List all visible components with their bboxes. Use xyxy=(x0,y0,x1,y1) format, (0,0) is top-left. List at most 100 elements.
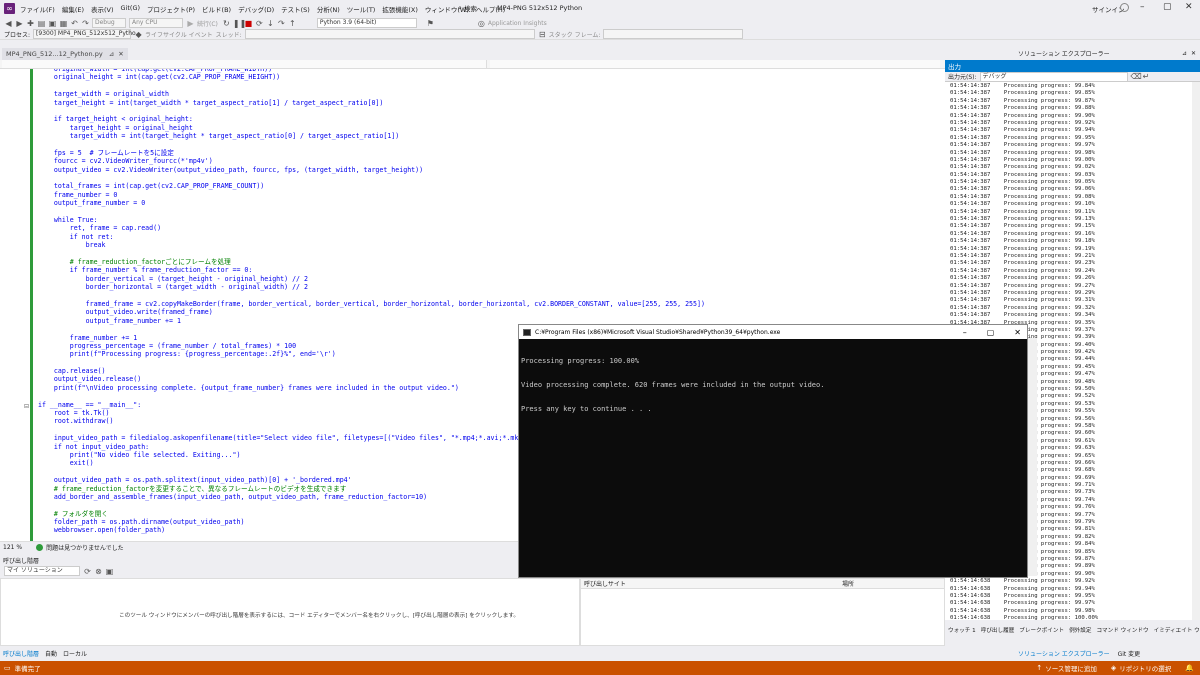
configuration-dropdown[interactable]: Debug xyxy=(92,18,126,28)
refresh-icon[interactable]: ⟳ xyxy=(83,567,92,576)
menu-analyze[interactable]: 分析(N) xyxy=(317,4,340,14)
code-line[interactable]: if target_height < original_height: xyxy=(38,115,938,123)
code-line[interactable]: frame_number = 0 xyxy=(38,191,938,199)
menu-tools[interactable]: ツール(T) xyxy=(347,4,376,14)
process-dropdown[interactable]: [9300] MP4_PNG_512x512_Pytho xyxy=(33,29,136,39)
console-title-bar[interactable]: C:¥Program Files (x86)¥Microsoft Visual … xyxy=(519,325,1027,339)
call-sites-column[interactable]: 呼び出しサイト xyxy=(584,579,842,588)
tab-call-hierarchy[interactable]: 呼び出し階層 xyxy=(3,649,39,658)
restart-icon[interactable]: ⟳ xyxy=(255,19,264,28)
tab-git-changes[interactable]: Git 変更 xyxy=(1118,649,1141,658)
save-all-icon[interactable]: ▦ xyxy=(59,19,68,28)
back-icon[interactable]: ◀ xyxy=(4,19,13,28)
save-icon[interactable]: ▣ xyxy=(48,19,57,28)
code-line[interactable]: while True: xyxy=(38,216,938,224)
tab-call-stack[interactable]: 呼び出し履歴 xyxy=(981,626,1015,634)
menu-git[interactable]: Git(G) xyxy=(121,4,141,14)
new-project-icon[interactable]: ✚ xyxy=(26,19,35,28)
continue-icon[interactable]: ▶ xyxy=(186,19,195,28)
code-line[interactable]: output_video = cv2.VideoWriter(output_vi… xyxy=(38,166,938,174)
code-line[interactable]: fps = 5 # フレームレートを5に設定 xyxy=(38,149,938,157)
code-line[interactable]: target_height = original_height xyxy=(38,124,938,132)
menu-build[interactable]: ビルド(B) xyxy=(202,4,231,14)
step-into-icon[interactable]: ↓ xyxy=(266,19,275,28)
pin-icon[interactable]: ⊿ xyxy=(1182,50,1187,57)
pause-icon[interactable]: ❚❚ xyxy=(233,19,246,28)
code-line[interactable]: total_frames = int(cap.get(cv2.CAP_PROP_… xyxy=(38,182,938,190)
menu-edit[interactable]: 編集(E) xyxy=(62,4,84,14)
code-line[interactable]: if frame_number % frame_reduction_factor… xyxy=(38,266,938,274)
code-line[interactable]: output_video.write(framed_frame) xyxy=(38,308,938,316)
code-line[interactable] xyxy=(38,292,938,300)
code-line[interactable]: fourcc = cv2.VideoWriter_fourcc(*'mp4v') xyxy=(38,157,938,165)
step-out-icon[interactable]: ↑ xyxy=(288,19,297,28)
code-line[interactable] xyxy=(38,107,938,115)
tab-exception-settings[interactable]: 例外設定 xyxy=(1069,626,1091,634)
hot-reload-icon[interactable]: ↻ xyxy=(222,19,231,28)
tab-breakpoints[interactable]: ブレークポイント xyxy=(1019,626,1064,634)
maximize-icon[interactable]: ▢ xyxy=(1163,2,1172,12)
tab-close-icon[interactable]: ✕ xyxy=(118,50,123,58)
code-line[interactable]: border_vertical = (target_height - origi… xyxy=(38,275,938,283)
console-minimize-icon[interactable]: – xyxy=(963,328,967,337)
account-icon[interactable] xyxy=(1120,3,1129,12)
notifications-icon[interactable]: 🔔 xyxy=(1185,664,1194,672)
continue-button[interactable]: 続行(C) xyxy=(197,19,218,28)
console-window[interactable]: C:¥Program Files (x86)¥Microsoft Visual … xyxy=(518,324,1028,578)
tab-watch[interactable]: ウォッチ 1 xyxy=(948,626,976,634)
menu-test[interactable]: テスト(S) xyxy=(281,4,310,14)
output-scrollbar[interactable] xyxy=(1192,82,1200,620)
tab-immediate-window[interactable]: イミディエイト ウィンドウ xyxy=(1154,626,1200,634)
menu-file[interactable]: ファイル(F) xyxy=(20,4,55,14)
document-tab[interactable]: MP4_PNG_512...12_Python.py ⊿ ✕ xyxy=(2,48,128,60)
menu-extensions[interactable]: 拡張機能(X) xyxy=(382,4,418,14)
tab-locals[interactable]: ローカル xyxy=(63,649,87,658)
navigation-scope-dropdown[interactable] xyxy=(2,60,487,68)
code-line[interactable] xyxy=(38,174,938,182)
thread-dropdown[interactable] xyxy=(244,29,535,39)
code-line[interactable] xyxy=(38,82,938,90)
issues-status[interactable]: 問題は見つかりませんでした xyxy=(46,543,124,552)
tab-autos[interactable]: 自動 xyxy=(45,649,57,658)
close-icon[interactable]: ✕ xyxy=(1185,2,1193,12)
lifecycle-events-icon[interactable]: ◆ xyxy=(134,30,143,39)
code-line[interactable]: target_width = original_width xyxy=(38,90,938,98)
tab-solution-explorer[interactable]: ソリューション エクスプローラー xyxy=(1018,649,1110,658)
code-line[interactable]: target_width = int(target_height * targe… xyxy=(38,132,938,140)
menu-project[interactable]: プロジェクト(P) xyxy=(147,4,195,14)
application-insights-button[interactable]: Application Insights xyxy=(488,20,547,27)
navigation-member-dropdown[interactable] xyxy=(490,60,940,68)
clear-output-icon[interactable]: ⌫ xyxy=(1131,72,1142,81)
delete-root-icon[interactable]: ▣ xyxy=(105,567,114,576)
zoom-level[interactable]: 121 % xyxy=(3,544,22,551)
stop-icon[interactable]: ■ xyxy=(244,19,253,28)
word-wrap-icon[interactable]: ↵ xyxy=(1142,72,1151,81)
platform-dropdown[interactable]: Any CPU xyxy=(129,18,183,28)
select-repository[interactable]: リポジトリの選択 xyxy=(1119,663,1171,673)
thread-filter-icon[interactable]: ⊟ xyxy=(538,30,547,39)
call-hierarchy-pane[interactable]: このツール ウィンドウにメンバーの呼び出し階層を表示するには、コード エディター… xyxy=(0,578,580,646)
code-line[interactable]: framed_frame = cv2.copyMakeBorder(frame,… xyxy=(38,300,938,308)
console-scrollbar[interactable] xyxy=(1028,338,1037,576)
bookmark-icon[interactable]: ⚑ xyxy=(426,19,435,28)
add-to-source-control[interactable]: ソース管理に追加 xyxy=(1045,663,1097,673)
open-folder-icon[interactable]: ▤ xyxy=(37,19,46,28)
code-line[interactable]: break xyxy=(38,241,938,249)
menu-view[interactable]: 表示(V) xyxy=(91,4,114,14)
code-line[interactable]: if not ret: xyxy=(38,233,938,241)
tab-pin-icon[interactable]: ⊿ xyxy=(109,50,114,58)
code-line[interactable]: output_frame_number = 0 xyxy=(38,199,938,207)
console-maximize-icon[interactable]: ▢ xyxy=(987,328,995,337)
menu-debug[interactable]: デバッグ(D) xyxy=(238,4,274,14)
pane-close-icon[interactable]: ✕ xyxy=(1191,50,1196,57)
code-line[interactable]: target_height = int(target_width * targe… xyxy=(38,99,938,107)
code-line[interactable]: ret, frame = cap.read() xyxy=(38,224,938,232)
lifecycle-events-label[interactable]: ライフサイクル イベント xyxy=(145,30,213,39)
python-environment-dropdown[interactable]: Python 3.9 (64-bit) xyxy=(316,18,417,28)
console-close-icon[interactable]: ✕ xyxy=(1014,328,1021,337)
code-line[interactable]: original_height = int(cap.get(cv2.CAP_PR… xyxy=(38,73,938,81)
tab-command-window[interactable]: コマンド ウィンドウ xyxy=(1096,626,1148,634)
scope-dropdown[interactable]: マイ ソリューション xyxy=(4,566,80,576)
code-line[interactable] xyxy=(38,250,938,258)
stack-frame-dropdown[interactable] xyxy=(603,29,744,39)
